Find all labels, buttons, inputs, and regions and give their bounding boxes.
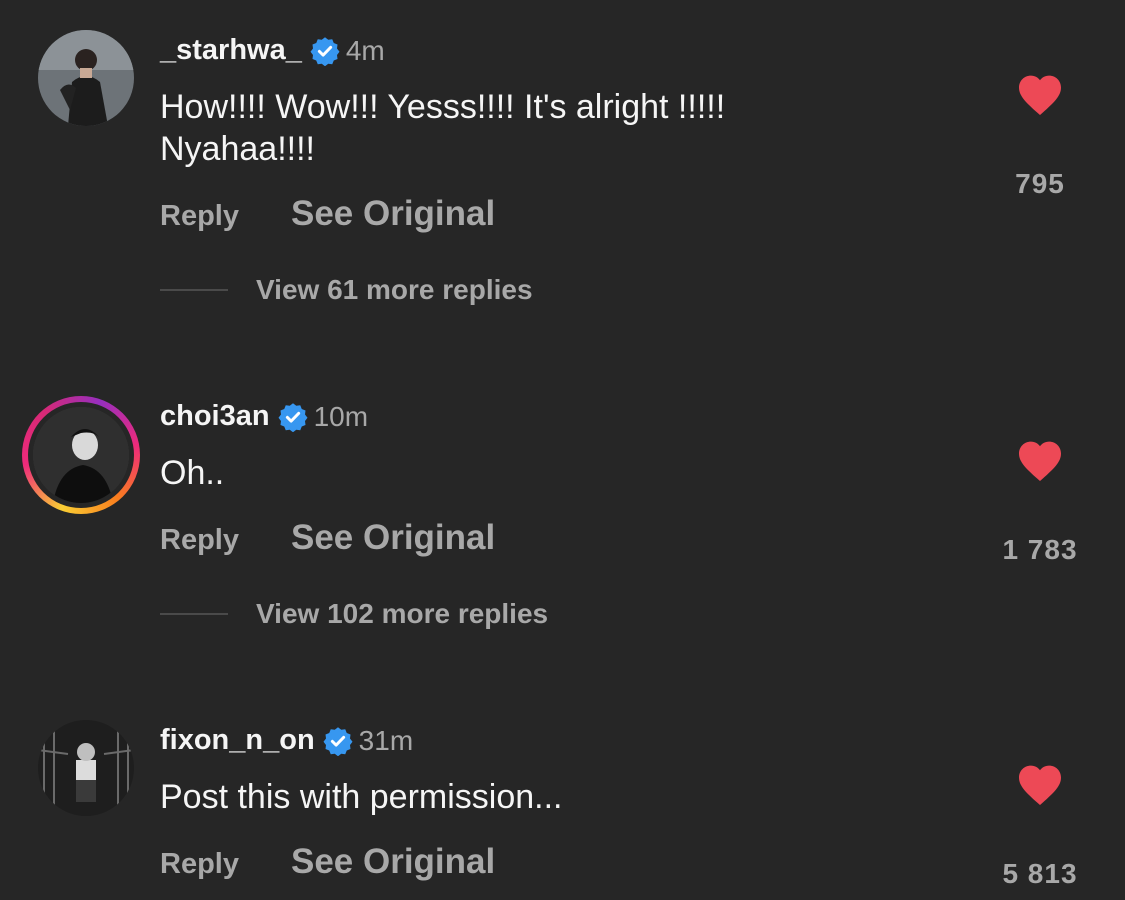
comment-text: How!!!! Wow!!! Yesss!!!! It's alright !!…	[160, 88, 726, 168]
like-count: 1 783	[1002, 534, 1078, 565]
see-original-button[interactable]: See Original	[291, 194, 495, 234]
avatar-photo-icon	[33, 407, 129, 503]
avatar-photo-icon	[38, 720, 134, 816]
like-count: 795	[1015, 168, 1065, 199]
like-section: 5 813	[980, 762, 1100, 890]
like-section: 1 783	[980, 438, 1100, 566]
view-replies[interactable]: View 102 more replies	[160, 598, 548, 630]
comment-time: 4m	[345, 34, 385, 66]
see-original-button[interactable]: See Original	[291, 518, 495, 558]
like-count: 5 813	[1002, 858, 1078, 889]
story-ring	[28, 402, 134, 508]
avatar-photo-icon	[38, 30, 134, 126]
reply-button[interactable]: Reply	[160, 848, 239, 881]
username[interactable]: fixon_n_on	[160, 724, 315, 757]
username[interactable]: _starhwa_	[160, 34, 302, 67]
comment-text: Post this with permission...	[160, 778, 563, 816]
user-avatar[interactable]	[22, 396, 140, 514]
comment-actions: Reply See Original	[160, 842, 495, 882]
view-replies-button[interactable]: View 102 more replies	[256, 598, 548, 630]
verified-badge-icon	[323, 726, 353, 756]
comment-time: 10m	[313, 400, 369, 432]
comment-header: choi3an 10m	[160, 400, 368, 433]
heart-icon[interactable]	[1016, 72, 1064, 116]
reply-button[interactable]: Reply	[160, 200, 239, 233]
comment-text: Oh..	[160, 454, 225, 492]
replies-divider	[160, 289, 228, 291]
reply-button[interactable]: Reply	[160, 524, 239, 557]
view-replies[interactable]: View 61 more replies	[160, 274, 533, 306]
heart-icon[interactable]	[1016, 438, 1064, 482]
view-replies-button[interactable]: View 61 more replies	[256, 274, 533, 306]
comment-header: fixon_n_on 31m	[160, 724, 413, 757]
comment-actions: Reply See Original	[160, 518, 495, 558]
comment-header: _starhwa_ 4m	[160, 34, 385, 67]
username[interactable]: choi3an	[160, 400, 270, 433]
verified-badge-icon	[278, 402, 308, 432]
replies-divider	[160, 613, 228, 615]
user-avatar[interactable]	[38, 720, 134, 816]
heart-icon[interactable]	[1016, 762, 1064, 806]
like-section: 795	[980, 72, 1100, 200]
comments-list: _starhwa_ 4m How!!!! Wow!!! Yesss!!!! It…	[0, 0, 1125, 900]
comment-time: 31m	[358, 724, 414, 756]
comment-actions: Reply See Original	[160, 194, 495, 234]
see-original-button[interactable]: See Original	[291, 842, 495, 882]
user-avatar[interactable]	[38, 30, 134, 126]
verified-badge-icon	[310, 36, 340, 66]
